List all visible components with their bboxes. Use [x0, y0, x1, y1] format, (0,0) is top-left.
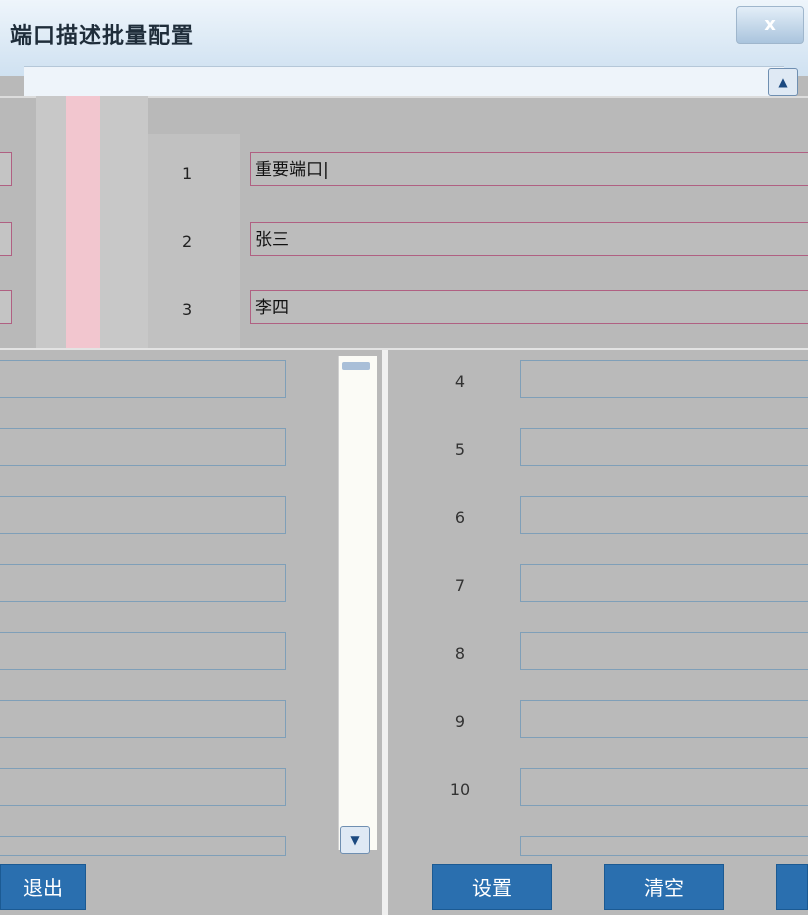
extra-button[interactable]: [776, 864, 808, 910]
port-description-input[interactable]: 张三: [250, 222, 808, 256]
port-description-input[interactable]: [0, 700, 286, 738]
left-stub: [0, 152, 12, 186]
set-button[interactable]: 设置: [432, 864, 552, 910]
column-divider: [382, 350, 388, 915]
port-description-input[interactable]: [520, 632, 808, 670]
row-number: 6: [454, 508, 466, 527]
number-column: [148, 134, 240, 348]
port-description-input[interactable]: [0, 428, 286, 466]
port-description-input[interactable]: [0, 360, 286, 398]
row-number: 7: [454, 576, 466, 595]
exit-button[interactable]: 退出: [0, 864, 86, 910]
divider: [0, 348, 808, 350]
row-number: 1: [182, 164, 193, 183]
left-stub: [0, 222, 12, 256]
port-description-input[interactable]: [0, 564, 286, 602]
port-description-input[interactable]: [520, 700, 808, 738]
clear-button[interactable]: 清空: [604, 864, 724, 910]
port-description-input[interactable]: [520, 496, 808, 534]
selection-bar: [66, 96, 100, 348]
left-stub: [0, 290, 12, 324]
scroll-thumb[interactable]: [342, 362, 370, 370]
row-number: 5: [454, 440, 466, 459]
port-description-input[interactable]: 李四: [250, 290, 808, 324]
row-number: 4: [454, 372, 466, 391]
port-description-input[interactable]: [520, 360, 808, 398]
port-description-input[interactable]: [0, 632, 286, 670]
port-description-input[interactable]: [520, 836, 808, 856]
port-description-input[interactable]: [520, 564, 808, 602]
table-header: [24, 66, 784, 97]
port-description-input[interactable]: [0, 496, 286, 534]
close-button[interactable]: x: [736, 6, 804, 44]
vertical-scrollbar[interactable]: [338, 356, 377, 850]
scroll-up-icon[interactable]: ▲: [768, 68, 798, 96]
port-description-input[interactable]: 重要端口|: [250, 152, 808, 186]
port-description-input[interactable]: [0, 836, 286, 856]
port-description-input[interactable]: [520, 428, 808, 466]
port-description-input[interactable]: [0, 768, 286, 806]
row-number: 10: [449, 780, 471, 799]
row-number: 2: [182, 232, 193, 251]
dialog-title: 端口描述批量配置: [10, 24, 195, 49]
port-description-input[interactable]: [520, 768, 808, 806]
row-number: 3: [182, 300, 193, 319]
row-number: 9: [454, 712, 466, 731]
scroll-down-icon[interactable]: ▼: [340, 826, 370, 854]
row-number: 8: [454, 644, 466, 663]
